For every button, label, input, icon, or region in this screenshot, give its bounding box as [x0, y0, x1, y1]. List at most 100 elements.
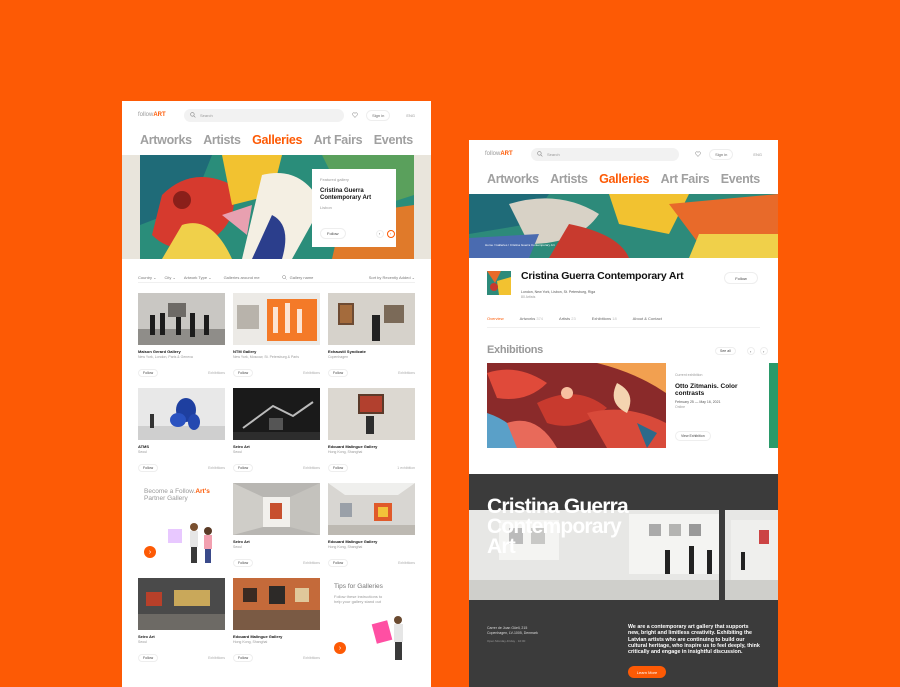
gallery-card[interactable]: Seiro Art Seoul Follow Exhibitions	[138, 578, 225, 662]
gallery-card[interactable]: Edouard Malingue Gallery Hong Kong, Shan…	[233, 578, 320, 662]
follow-button[interactable]: Follow	[138, 464, 159, 472]
gallery-card[interactable]: Seiro Art Seoul Follow Exhibitions	[233, 388, 320, 472]
tab-overview[interactable]: Overview	[487, 316, 504, 321]
gallery-image	[233, 483, 320, 535]
exhibition-title[interactable]: Otto Zitmanis. Color contrasts	[675, 383, 755, 397]
exhibitions-link[interactable]: Exhibitions	[398, 561, 415, 565]
logo[interactable]: followART	[138, 112, 178, 118]
tips-card[interactable]: Tips for Galleries Follow these instruct…	[328, 578, 415, 668]
gallery-card[interactable]: Edouard Malingue Gallery Hong Kong, Shan…	[328, 388, 415, 472]
gallery-location: Seoul	[138, 450, 147, 454]
heart-icon[interactable]	[350, 110, 360, 120]
gallery-name: NTM Gallery	[233, 349, 257, 354]
tab-exhibitions[interactable]: Exhibitions 18	[592, 316, 617, 321]
gallery-image	[233, 293, 320, 345]
gallery-follow-button[interactable]: Follow	[724, 272, 758, 284]
gallery-card[interactable]: NTM Gallery New York, Moscow, St. Peters…	[233, 293, 320, 377]
filter-country[interactable]: Country ⌄	[138, 275, 156, 280]
nav-artists[interactable]: Artists	[203, 133, 241, 147]
exhibitions-link[interactable]: Exhibitions	[303, 371, 320, 375]
hero-follow-button[interactable]: Follow	[320, 228, 346, 239]
logo[interactable]: followART	[485, 151, 525, 157]
nav-artworks[interactable]: Artworks	[140, 133, 192, 147]
tips-title: Tips for Galleries	[334, 583, 383, 590]
exhibitions-link[interactable]: Exhibitions	[303, 656, 320, 660]
top-bar: followART Search Sign in ENG	[469, 140, 778, 168]
search-input[interactable]: Search	[531, 147, 680, 161]
follow-button[interactable]: Follow	[138, 369, 159, 377]
gallery-location: New York, London, Paris & Geneva	[138, 355, 193, 359]
filter-city[interactable]: City ⌄	[164, 275, 175, 280]
follow-button[interactable]: Follow	[138, 654, 159, 662]
view-exhibition-button[interactable]: View Exhibition	[675, 431, 711, 441]
nav-art-fairs[interactable]: Art Fairs	[661, 172, 710, 186]
partner-promo-card[interactable]: Become a Follow.Art's Partner Gallery ›	[138, 483, 225, 568]
gallery-card[interactable]: Seiro Art Seoul Follow Exhibitions	[233, 483, 320, 567]
promo-arrow-button[interactable]: ›	[144, 546, 156, 558]
gallery-avatar	[487, 271, 511, 295]
see-all-button[interactable]: See all	[715, 347, 736, 355]
language-switch[interactable]: ENG	[753, 152, 762, 157]
gallery-tabs: Overview Artworks 374 Artists 23 Exhibit…	[487, 316, 760, 328]
tips-illustration	[371, 616, 403, 660]
follow-button[interactable]: Follow	[328, 559, 349, 567]
follow-button[interactable]: Follow	[328, 464, 349, 472]
exhibitions-link[interactable]: Exhibitions	[303, 466, 320, 470]
gallery-image	[328, 483, 415, 535]
gallery-title: Cristina Guerra Contemporary Art	[521, 270, 684, 282]
exhibitions-link[interactable]: Exhibitions	[208, 466, 225, 470]
sort-dropdown[interactable]: Sort by Recently Added ⌄	[369, 275, 415, 280]
follow-button[interactable]: Follow	[233, 464, 254, 472]
gallery-name: Edouard Malingue Gallery	[328, 539, 378, 544]
hero-prev-button[interactable]: ‹	[375, 229, 384, 238]
tab-artworks[interactable]: Artworks 374	[520, 316, 543, 321]
nav-art-fairs[interactable]: Art Fairs	[314, 133, 363, 147]
heart-icon[interactable]	[693, 149, 703, 159]
next-exhibition-peek[interactable]	[769, 363, 778, 448]
tab-about-contact[interactable]: About & Contact	[633, 316, 662, 321]
hero-title: Cristina Guerra Contemporary Art	[320, 188, 372, 201]
hero-location: Lisbon	[320, 205, 332, 210]
tips-arrow-button[interactable]: ›	[334, 642, 346, 654]
nav-galleries[interactable]: Galleries	[252, 133, 302, 147]
gallery-card[interactable]: Exhaustil Syndicate Copenhagen Follow Exh…	[328, 293, 415, 377]
breadcrumb[interactable]: Home / Galleries / Cristina Guerra Conte…	[485, 243, 555, 247]
nav-galleries[interactable]: Galleries	[599, 172, 649, 186]
top-bar: followART Search Sign in ENG	[122, 101, 431, 129]
cover-artwork	[469, 194, 778, 258]
follow-button[interactable]: Follow	[233, 369, 254, 377]
exhibitions-link[interactable]: Exhibitions	[208, 656, 225, 660]
nav-artworks[interactable]: Artworks	[487, 172, 539, 186]
nav-artists[interactable]: Artists	[550, 172, 588, 186]
sign-in-button[interactable]: Sign in	[709, 148, 734, 160]
filter-artwork-type[interactable]: Artwork Type ⌄	[184, 275, 212, 280]
exhibitions-next-button[interactable]: ›	[759, 347, 768, 355]
gallery-name-search[interactable]: Gallery name	[281, 275, 313, 280]
exhibitions-link[interactable]: Exhibitions	[208, 371, 225, 375]
exhibitions-prev-button[interactable]: ‹	[746, 347, 755, 355]
gallery-card[interactable]: ATMS Seoul Follow Exhibitions	[138, 388, 225, 472]
learn-more-button[interactable]: Learn More	[628, 666, 666, 678]
follow-button[interactable]: Follow	[233, 559, 254, 567]
gallery-card[interactable]: Edouard Malingue Gallery Hong Kong, Shan…	[328, 483, 415, 567]
gallery-location: Copenhagen	[328, 355, 349, 359]
logo-suffix: ART	[153, 112, 166, 118]
exhibitions-link[interactable]: 1 exhibition	[397, 466, 415, 470]
nav-events[interactable]: Events	[721, 172, 761, 186]
follow-button[interactable]: Follow	[328, 369, 349, 377]
banner-about-text: We are a contemporary art gallery that s…	[628, 624, 760, 656]
hero-next-button[interactable]: ›	[386, 229, 395, 238]
exhibition-info: Current exhibition Otto Zitmanis. Color …	[675, 373, 755, 409]
gallery-card[interactable]: Maison Gerard Gallery New York, London, …	[138, 293, 225, 377]
search-input[interactable]: Search	[184, 108, 345, 122]
tab-artists[interactable]: Artists 23	[559, 316, 576, 321]
exhibitions-link[interactable]: Exhibitions	[398, 371, 415, 375]
exhibitions-link[interactable]: Exhibitions	[303, 561, 320, 565]
sign-in-button[interactable]: Sign in	[366, 109, 391, 121]
filter-around-me[interactable]: Galleries around me	[224, 275, 260, 280]
follow-button[interactable]: Follow	[233, 654, 254, 662]
exhibition-image[interactable]	[487, 363, 666, 448]
nav-events[interactable]: Events	[374, 133, 414, 147]
language-switch[interactable]: ENG	[406, 113, 415, 118]
search-icon	[190, 112, 196, 118]
